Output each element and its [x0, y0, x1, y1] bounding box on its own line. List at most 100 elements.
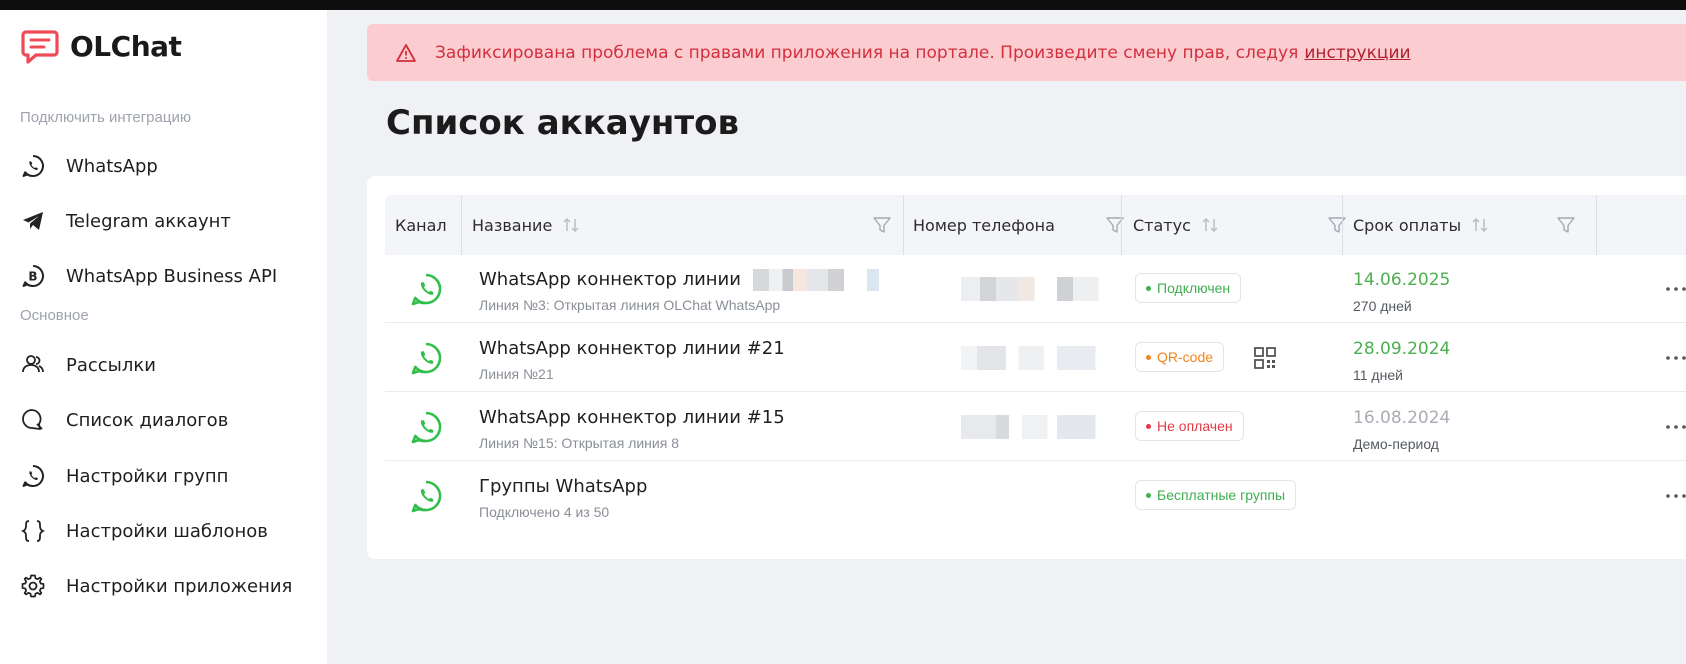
- filter-icon[interactable]: [872, 215, 892, 235]
- sort-icon[interactable]: [562, 215, 580, 235]
- account-name[interactable]: WhatsApp коннектор линии: [479, 269, 887, 291]
- column-header-channel: Канал: [395, 215, 447, 235]
- sidebar-item-label: Рассылки: [66, 354, 156, 376]
- sidebar-item-label: WhatsApp Business API: [66, 265, 278, 287]
- sidebar-item-label: Список диалогов: [66, 409, 229, 431]
- status-dot: [1146, 354, 1151, 360]
- sidebar-item-template-settings[interactable]: Настройки шаблонов: [20, 515, 268, 547]
- filter-icon[interactable]: [1105, 215, 1125, 235]
- users-icon: [20, 352, 46, 378]
- payment-due-date: 14.06.2025: [1353, 270, 1451, 290]
- main-content: Зафиксирована проблема с правами приложе…: [327, 10, 1686, 664]
- more-options-icon[interactable]: [1663, 277, 1686, 301]
- whatsapp-business-icon: B: [20, 263, 46, 289]
- table-row[interactable]: Группы WhatsApp Подключено 4 из 50 Беспл…: [385, 462, 1686, 530]
- sidebar-item-whatsapp-business-api[interactable]: B WhatsApp Business API: [20, 260, 277, 292]
- sidebar: OLChat Подключить интеграцию WhatsApp Te…: [0, 10, 327, 664]
- redacted-text: [752, 269, 887, 291]
- status-badge: Подключен: [1135, 273, 1242, 303]
- olchat-logo-icon: [21, 30, 59, 64]
- whatsapp-icon: [411, 273, 442, 306]
- section-label-integration: Подключить интеграцию: [20, 109, 192, 126]
- more-options-icon[interactable]: [1663, 484, 1686, 508]
- table-row[interactable]: WhatsApp коннектор линии #15 Линия №15: …: [385, 393, 1686, 461]
- sort-icon[interactable]: [1201, 215, 1219, 235]
- account-name-text: WhatsApp коннектор линии: [479, 269, 741, 290]
- chat-search-icon: [20, 407, 46, 433]
- whatsapp-icon: [411, 411, 442, 444]
- account-name[interactable]: WhatsApp коннектор линии #21: [479, 338, 785, 359]
- sidebar-item-whatsapp[interactable]: WhatsApp: [20, 150, 158, 182]
- column-header-name[interactable]: Название: [472, 195, 580, 255]
- more-options-icon[interactable]: [1663, 346, 1686, 370]
- column-header-label: Срок оплаты: [1353, 215, 1462, 235]
- days-remaining: 11 дней: [1353, 367, 1403, 383]
- status-text: Бесплатные группы: [1157, 487, 1286, 503]
- table-header: Канал Название Номер телефона Статус Сро…: [385, 195, 1686, 255]
- whatsapp-icon: [411, 342, 442, 375]
- sidebar-item-label: Настройки шаблонов: [66, 520, 268, 542]
- app-name: OLChat: [70, 29, 182, 63]
- permissions-alert: Зафиксирована проблема с правами приложе…: [367, 24, 1686, 81]
- status-text: Не оплачен: [1157, 418, 1233, 434]
- sidebar-item-app-settings[interactable]: Настройки приложения: [20, 570, 292, 602]
- account-name[interactable]: Группы WhatsApp: [479, 476, 647, 497]
- logo[interactable]: OLChat: [20, 26, 182, 66]
- sidebar-item-label: Настройки групп: [66, 465, 229, 487]
- sidebar-item-label: WhatsApp: [66, 155, 158, 177]
- sort-icon[interactable]: [1471, 215, 1489, 235]
- column-divider: [1342, 195, 1343, 255]
- sidebar-item-telegram[interactable]: Telegram аккаунт: [20, 205, 231, 237]
- top-bar: [0, 0, 1686, 10]
- status-badge: QR-code: [1135, 342, 1225, 372]
- column-header-payment-due[interactable]: Срок оплаты: [1353, 195, 1489, 255]
- column-header-status[interactable]: Статус: [1133, 195, 1219, 255]
- sidebar-item-mailings[interactable]: Рассылки: [20, 349, 156, 381]
- status-text: QR-code: [1157, 349, 1214, 365]
- warning-icon: [396, 43, 416, 62]
- telegram-icon: [20, 208, 46, 234]
- account-line: Линия №3: Открытая линия OLChat WhatsApp: [479, 297, 781, 313]
- column-divider: [1596, 195, 1597, 255]
- account-line: Подключено 4 из 50: [479, 504, 610, 520]
- filter-icon[interactable]: [1556, 215, 1576, 235]
- status-dot: [1146, 423, 1151, 429]
- whatsapp-icon: [20, 463, 46, 489]
- column-header-label: Статус: [1133, 215, 1191, 235]
- column-divider: [461, 195, 462, 255]
- status-dot: [1146, 285, 1151, 291]
- account-line: Линия №15: Открытая линия 8: [479, 435, 679, 451]
- demo-period-label: Демо-период: [1353, 436, 1439, 452]
- column-divider: [903, 195, 904, 255]
- payment-due-date: 28.09.2024: [1353, 339, 1451, 359]
- sidebar-item-label: Telegram аккаунт: [66, 210, 231, 232]
- status-dot: [1146, 492, 1151, 498]
- table-row[interactable]: WhatsApp коннектор линии #21 Линия №21 Q…: [385, 324, 1686, 392]
- status-text: Подключен: [1157, 280, 1231, 296]
- whatsapp-icon: [20, 153, 46, 179]
- redacted-phone-number: [961, 277, 1121, 301]
- instructions-link[interactable]: инструкции: [1304, 43, 1410, 63]
- column-header-phone[interactable]: Номер телефона: [913, 195, 1055, 255]
- days-remaining: 270 дней: [1353, 298, 1412, 314]
- whatsapp-icon: [411, 480, 442, 513]
- gear-icon: [20, 573, 46, 599]
- section-label-main: Основное: [20, 307, 89, 324]
- table-row[interactable]: WhatsApp коннектор линии Линия №3: Откры…: [385, 255, 1686, 323]
- sidebar-item-dialog-list[interactable]: Список диалогов: [20, 404, 228, 436]
- redacted-phone-number: [961, 346, 1121, 370]
- column-divider: [1121, 195, 1122, 255]
- account-name[interactable]: WhatsApp коннектор линии #15: [479, 407, 785, 428]
- qr-code-icon[interactable]: [1253, 346, 1277, 370]
- accounts-table: Канал Название Номер телефона Статус Сро…: [367, 176, 1686, 559]
- more-options-icon[interactable]: [1663, 415, 1686, 439]
- status-badge: Не оплачен: [1135, 411, 1244, 441]
- page-title: Список аккаунтов: [386, 103, 739, 143]
- alert-text: Зафиксирована проблема с правами приложе…: [435, 42, 1299, 63]
- filter-icon[interactable]: [1327, 215, 1347, 235]
- braces-icon: [20, 518, 46, 544]
- column-header-label: Название: [472, 215, 553, 235]
- sidebar-item-group-settings[interactable]: Настройки групп: [20, 460, 228, 492]
- status-badge: Бесплатные группы: [1135, 480, 1297, 510]
- svg-text:B: B: [28, 270, 37, 284]
